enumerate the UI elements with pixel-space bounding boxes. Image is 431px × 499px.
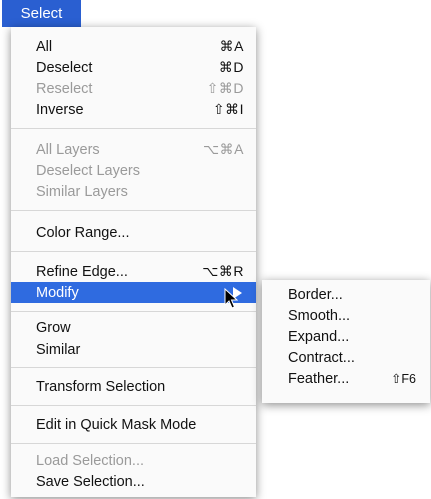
menu-item-grow[interactable]: Grow [11, 317, 256, 338]
menu-item-load-selection[interactable]: Load Selection... [11, 450, 256, 471]
select-menu: All ⌘A Deselect ⌘D Reselect ⇧⌘D Inverse … [11, 27, 256, 497]
submenu-item-label: Border... [288, 286, 343, 303]
menu-item-save-selection[interactable]: Save Selection... [11, 471, 256, 492]
menu-item-label: Reselect [36, 80, 93, 97]
menu-item-deselect-layers[interactable]: Deselect Layers [11, 160, 256, 181]
submenu-item-smooth[interactable]: Smooth... [262, 305, 430, 326]
menu-item-similar[interactable]: Similar [11, 339, 256, 360]
menu-item-inverse[interactable]: Inverse ⇧⌘I [11, 99, 256, 120]
menu-item-label: Similar [36, 341, 81, 358]
menu-item-deselect[interactable]: Deselect ⌘D [11, 57, 256, 78]
menu-item-shortcut: ⌥⌘R [202, 263, 244, 279]
modify-submenu: Border... Smooth... Expand... Contract..… [262, 280, 430, 403]
menu-item-label: Refine Edge... [36, 263, 128, 280]
menu-item-label: Grow [36, 319, 71, 336]
submenu-item-expand[interactable]: Expand... [262, 326, 430, 347]
menu-item-label: Edit in Quick Mask Mode [36, 416, 197, 433]
menu-separator [11, 443, 256, 444]
menu-item-label: Color Range... [36, 224, 130, 241]
menu-item-shortcut: ⌥⌘A [203, 141, 244, 157]
submenu-item-label: Expand... [288, 328, 350, 345]
menu-item-all-layers[interactable]: All Layers ⌥⌘A [11, 139, 256, 160]
menu-item-similar-layers[interactable]: Similar Layers [11, 181, 256, 202]
menu-item-all[interactable]: All ⌘A [11, 36, 256, 57]
menu-item-shortcut: ⇧⌘I [212, 101, 244, 117]
menu-item-transform-selection[interactable]: Transform Selection [11, 376, 256, 397]
submenu-item-border[interactable]: Border... [262, 284, 430, 305]
menu-item-label: Transform Selection [36, 378, 166, 395]
menu-separator [11, 367, 256, 368]
menu-item-reselect[interactable]: Reselect ⇧⌘D [11, 78, 256, 99]
submenu-item-contract[interactable]: Contract... [262, 347, 430, 368]
menu-item-shortcut: ⌘D [218, 59, 244, 75]
menu-item-label: Inverse [36, 101, 84, 118]
submenu-item-label: Feather... [288, 370, 350, 387]
menu-item-label: All [36, 38, 53, 55]
menu-item-label: Deselect [36, 59, 93, 76]
arrow-pointer-icon [224, 288, 238, 309]
menu-item-modify[interactable]: Modify [11, 282, 256, 303]
submenu-item-shortcut: ⇧F6 [390, 372, 416, 386]
menu-item-shortcut: ⇧⌘D [206, 80, 244, 96]
menu-item-label: Deselect Layers [36, 162, 140, 179]
menu-item-refine-edge[interactable]: Refine Edge... ⌥⌘R [11, 261, 256, 282]
submenu-item-label: Contract... [288, 349, 355, 366]
menubar-select-title[interactable]: Select [2, 0, 81, 27]
menu-separator [11, 128, 256, 129]
menu-separator [11, 210, 256, 211]
menu-item-color-range[interactable]: Color Range... [11, 222, 256, 243]
menu-item-shortcut: ⌘A [219, 38, 244, 54]
submenu-item-label: Smooth... [288, 307, 351, 324]
menu-item-label: All Layers [36, 141, 100, 158]
menu-separator [11, 311, 256, 312]
menu-item-label: Load Selection... [36, 452, 145, 469]
submenu-item-feather[interactable]: Feather... ⇧F6 [262, 368, 430, 389]
menu-item-label: Modify [36, 284, 79, 301]
menu-item-quick-mask-mode[interactable]: Edit in Quick Mask Mode [11, 414, 256, 435]
menu-separator [11, 251, 256, 252]
menu-separator [11, 405, 256, 406]
menu-item-label: Save Selection... [36, 473, 145, 490]
menu-item-label: Similar Layers [36, 183, 128, 200]
